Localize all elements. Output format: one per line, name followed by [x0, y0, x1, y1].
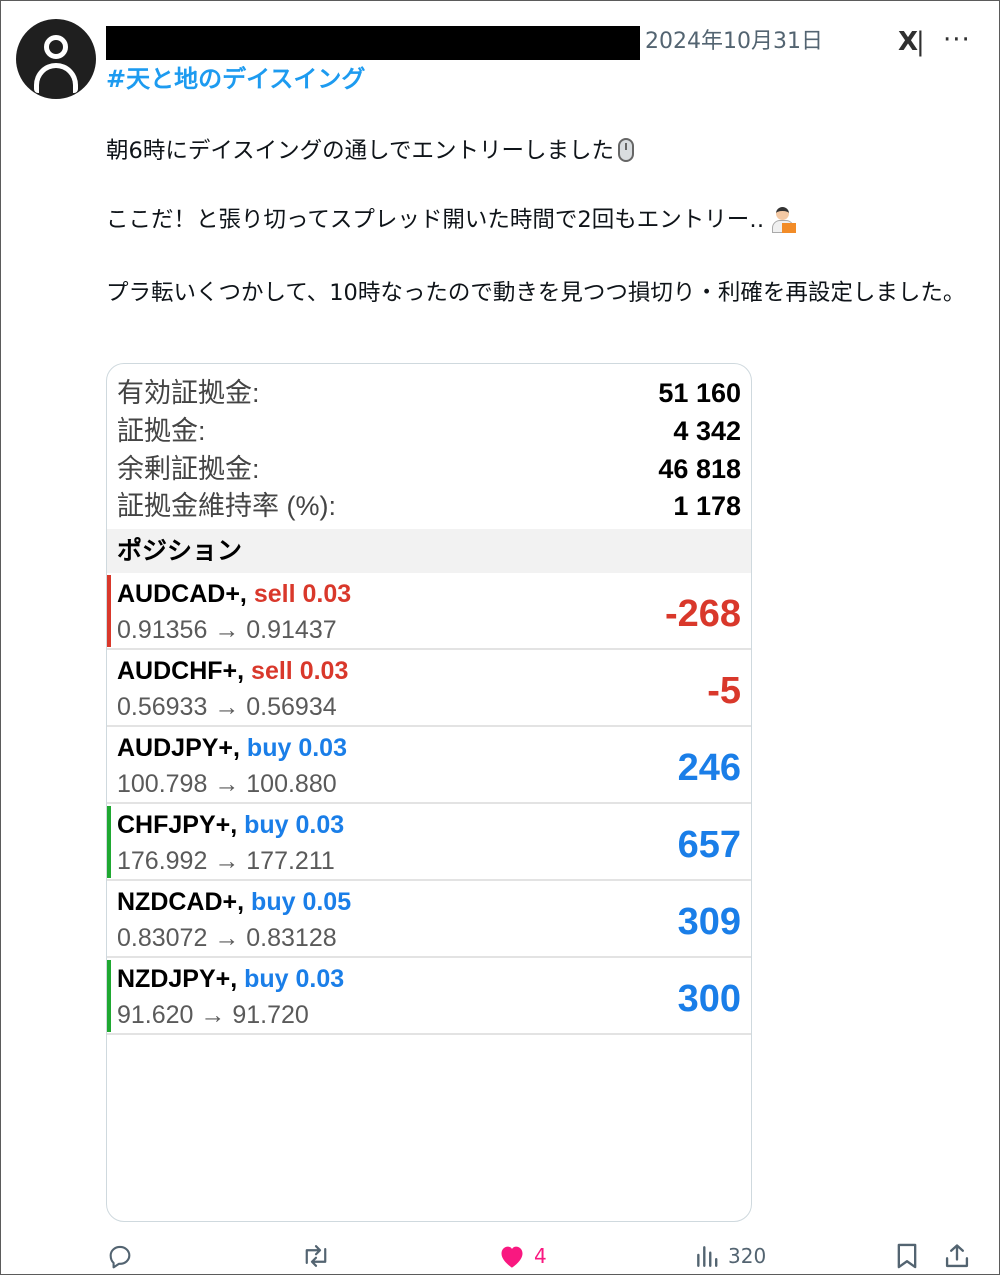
technologist-icon — [770, 207, 797, 233]
trading-screenshot-card[interactable]: 有効証拠金: 51 160 証拠金: 4 342 余剰証拠金: 46 818 証… — [106, 363, 752, 1222]
position-symbol: NZDJPY+, — [117, 965, 238, 993]
hashtag-link[interactable]: #天と地のデイスイング — [106, 62, 365, 96]
like-count: 4 — [534, 1244, 547, 1268]
redacted-username — [106, 26, 640, 60]
position-profit: 300 — [677, 978, 741, 1020]
summary-label: 有効証拠金: — [117, 378, 260, 408]
avatar-head — [44, 35, 68, 59]
position-indicator — [107, 575, 111, 647]
position-row: NZDJPY+, buy 0.03 91.620 → 91.720 300 — [107, 959, 751, 1035]
summary-row-margin-level: 証拠金維持率 (%): 1 178 — [117, 488, 741, 524]
more-options-icon[interactable]: ··· — [943, 24, 971, 56]
position-side: buy 0.05 — [251, 888, 352, 916]
summary-value: 1 178 — [673, 491, 741, 521]
share-icon — [945, 1244, 969, 1268]
position-indicator — [107, 652, 111, 724]
summary-value: 51 160 — [658, 378, 741, 408]
position-indicator — [107, 960, 111, 1032]
summary-value: 4 342 — [673, 416, 741, 446]
post-paragraph-1: 朝6時にデイスイングの通しでエントリーしました — [106, 134, 976, 168]
position-symbol: CHFJPY+, — [117, 811, 238, 839]
position-symbol: AUDJPY+, — [117, 734, 240, 762]
summary-label: 余剰証拠金: — [117, 454, 260, 484]
position-row: NZDCAD+, buy 0.05 0.83072 → 0.83128 309 — [107, 882, 751, 958]
position-prices: 176.992 → 177.211 — [117, 847, 335, 875]
views-button[interactable]: 320 — [694, 1238, 766, 1274]
position-side: sell 0.03 — [253, 580, 352, 608]
position-profit: -268 — [664, 593, 741, 635]
views-chart-icon — [697, 1246, 718, 1267]
bookmark-button[interactable] — [895, 1238, 919, 1274]
position-prices: 0.83072 → 0.83128 — [117, 924, 337, 952]
position-symbol-line: AUDJPY+, buy 0.03 — [117, 732, 347, 764]
position-symbol-line: AUDCAD+, sell 0.03 — [117, 578, 351, 610]
retweet-button[interactable] — [301, 1238, 331, 1274]
position-profit: 246 — [677, 747, 741, 789]
position-profit: -5 — [707, 670, 741, 712]
position-row: CHFJPY+, buy 0.03 176.992 → 177.211 657 — [107, 805, 751, 881]
retweet-icon — [305, 1245, 327, 1267]
position-symbol-line: NZDCAD+, buy 0.05 — [117, 886, 351, 918]
position-indicator — [107, 806, 111, 878]
position-row: AUDCAD+, sell 0.03 0.91356 → 0.91437 -26… — [107, 574, 751, 650]
post-date[interactable]: 2024年10月31日 — [645, 26, 823, 58]
position-side: buy 0.03 — [244, 811, 345, 839]
position-indicator — [107, 729, 111, 801]
position-profit: 657 — [677, 824, 741, 866]
position-row: AUDJPY+, buy 0.03 100.798 → 100.880 246 — [107, 728, 751, 804]
position-side: buy 0.03 — [246, 734, 347, 762]
post-paragraph-2-text: ここだ！と張り切ってスプレッド開いた時間で2回もエントリー‥ — [106, 207, 765, 233]
post-paragraph-1-text: 朝6時にデイスイングの通しでエントリーしました — [106, 138, 614, 164]
summary-row-equity: 有効証拠金: 51 160 — [117, 375, 741, 411]
summary-label: 証拠金: — [117, 416, 206, 446]
position-symbol-line: NZDJPY+, buy 0.03 — [117, 963, 344, 995]
position-prices: 100.798 → 100.880 — [117, 770, 337, 798]
position-symbol: NZDCAD+, — [117, 888, 245, 916]
position-side: buy 0.03 — [244, 965, 345, 993]
position-row: AUDCHF+, sell 0.03 0.56933 → 0.56934 -5 — [107, 651, 751, 727]
like-button[interactable]: 4 — [498, 1238, 547, 1274]
position-side: sell 0.03 — [251, 657, 349, 685]
computer-mouse-icon — [617, 138, 634, 162]
share-button[interactable] — [943, 1238, 971, 1274]
position-symbol-line: CHFJPY+, buy 0.03 — [117, 809, 344, 841]
heart-icon — [501, 1246, 523, 1268]
reply-icon — [109, 1245, 131, 1269]
position-prices: 91.620 → 91.720 — [117, 1001, 309, 1029]
position-indicator — [107, 883, 111, 955]
positions-header: ポジション — [107, 529, 751, 573]
position-prices: 0.56933 → 0.56934 — [117, 693, 337, 721]
position-prices: 0.91356 → 0.91437 — [117, 616, 337, 644]
views-count: 320 — [728, 1244, 767, 1268]
avatar-shoulders — [34, 63, 78, 93]
position-symbol-line: AUDCHF+, sell 0.03 — [117, 655, 348, 687]
position-symbol: AUDCAD+, — [117, 580, 247, 608]
post-paragraph-2: ここだ！と張り切ってスプレッド開いた時間で2回もエントリー‥ — [106, 203, 976, 237]
summary-value: 46 818 — [658, 454, 741, 484]
summary-row-free-margin: 余剰証拠金: 46 818 — [117, 451, 741, 487]
positions-header-label: ポジション — [117, 537, 243, 565]
bookmark-icon — [897, 1243, 917, 1269]
post-paragraph-3: プラ転いくつかして、10時なったので動きを見つつ損切り・利確を再設定しました。 — [106, 280, 966, 306]
x-logo-icon: X| — [898, 27, 925, 57]
position-profit: 309 — [677, 901, 741, 943]
position-symbol: AUDCHF+, — [117, 657, 245, 685]
avatar[interactable] — [16, 19, 96, 99]
reply-button[interactable] — [106, 1238, 134, 1274]
summary-row-margin: 証拠金: 4 342 — [117, 413, 741, 449]
summary-label: 証拠金維持率 (%): — [117, 491, 336, 521]
